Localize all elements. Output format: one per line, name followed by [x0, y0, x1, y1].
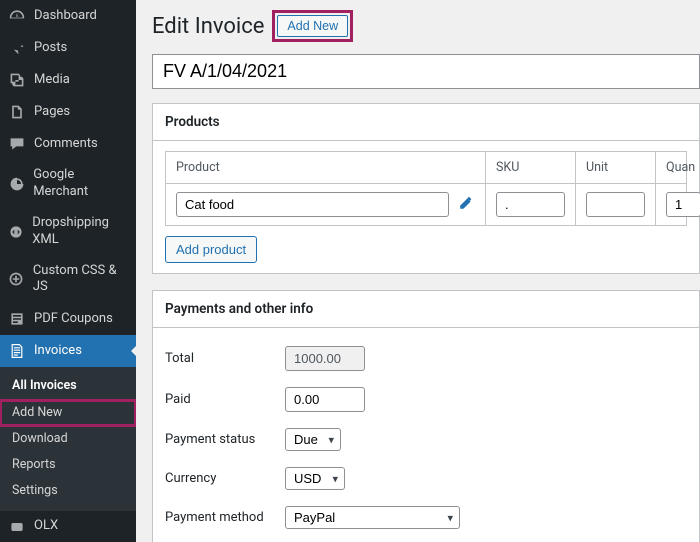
- col-header-quantity: Quan: [656, 152, 700, 183]
- olx-icon: [8, 518, 26, 536]
- label-status: Payment status: [165, 432, 285, 447]
- currency-select[interactable]: USD: [285, 467, 345, 490]
- label-method: Payment method: [165, 510, 285, 525]
- pin-icon: [8, 39, 26, 57]
- sidebar-item-label: PDF Coupons: [34, 311, 113, 328]
- pdf-icon: [8, 310, 26, 328]
- col-header-unit: Unit: [576, 152, 656, 183]
- sidebar-item-media[interactable]: Media: [0, 64, 136, 96]
- invoice-title-input[interactable]: [152, 54, 700, 89]
- sidebar-item-pages[interactable]: Pages: [0, 96, 136, 128]
- sidebar-subitem-add-new[interactable]: Add New: [0, 400, 136, 426]
- paid-input[interactable]: [285, 387, 365, 412]
- sidebar-subitem-reports[interactable]: Reports: [0, 452, 136, 478]
- products-box-title: Products: [153, 104, 699, 141]
- payments-box-title: Payments and other info: [153, 291, 699, 328]
- col-header-sku: SKU: [486, 152, 576, 183]
- media-icon: [8, 71, 26, 89]
- annotation-highlight: Add New: [272, 10, 353, 42]
- sidebar-item-label: Dashboard: [34, 8, 97, 25]
- edit-icon[interactable]: [457, 196, 475, 214]
- dashboard-icon: [8, 7, 26, 25]
- label-total: Total: [165, 351, 285, 366]
- comments-icon: [8, 135, 26, 153]
- xml-icon: [8, 223, 24, 241]
- sidebar-item-dropshipping-xml[interactable]: Dropshipping XML: [0, 208, 136, 256]
- sidebar-item-label: Posts: [34, 40, 67, 57]
- sidebar-item-label: Google Merchant: [33, 167, 128, 201]
- sidebar-item-google-merchant[interactable]: Google Merchant: [0, 160, 136, 208]
- sidebar-item-label: Invoices: [34, 343, 82, 360]
- sidebar-item-comments[interactable]: Comments: [0, 128, 136, 160]
- sidebar-item-label: OLX: [34, 518, 58, 535]
- col-header-product: Product: [166, 152, 486, 183]
- total-input: [285, 346, 365, 371]
- sidebar-subitem-settings[interactable]: Settings: [0, 478, 136, 504]
- label-paid: Paid: [165, 392, 285, 407]
- sidebar-item-label: Pages: [34, 104, 70, 121]
- sidebar-item-label: Media: [34, 72, 70, 89]
- sidebar-item-label: Custom CSS & JS: [33, 263, 128, 297]
- sidebar-item-invoices[interactable]: Invoices: [0, 335, 136, 367]
- sidebar-item-dashboard[interactable]: Dashboard: [0, 0, 136, 32]
- sidebar-subitem-download[interactable]: Download: [0, 426, 136, 452]
- sidebar-item-label: Comments: [34, 136, 98, 153]
- product-name-input[interactable]: [176, 192, 449, 217]
- table-row: [166, 184, 686, 225]
- pages-icon: [8, 103, 26, 121]
- sidebar-item-custom-css-js[interactable]: Custom CSS & JS: [0, 256, 136, 304]
- sidebar-subitem-all-invoices[interactable]: All Invoices: [0, 373, 136, 399]
- sidebar-item-olx[interactable]: OLX: [0, 511, 136, 542]
- add-product-button[interactable]: Add product: [165, 236, 257, 263]
- payment-status-select[interactable]: Due: [285, 428, 341, 451]
- label-currency: Currency: [165, 471, 285, 486]
- google-icon: [8, 175, 25, 193]
- sidebar-item-label: Dropshipping XML: [32, 215, 128, 249]
- payment-method-select[interactable]: PayPal: [285, 506, 460, 529]
- sidebar-item-posts[interactable]: Posts: [0, 32, 136, 64]
- sku-input[interactable]: [496, 192, 565, 217]
- page-title: Edit Invoice: [152, 14, 264, 39]
- invoice-icon: [8, 342, 26, 360]
- plus-icon: [8, 270, 25, 288]
- unit-input[interactable]: [586, 192, 645, 217]
- add-new-button[interactable]: Add New: [277, 15, 348, 37]
- sidebar-item-pdf-coupons[interactable]: PDF Coupons: [0, 303, 136, 335]
- quantity-input[interactable]: [666, 192, 700, 217]
